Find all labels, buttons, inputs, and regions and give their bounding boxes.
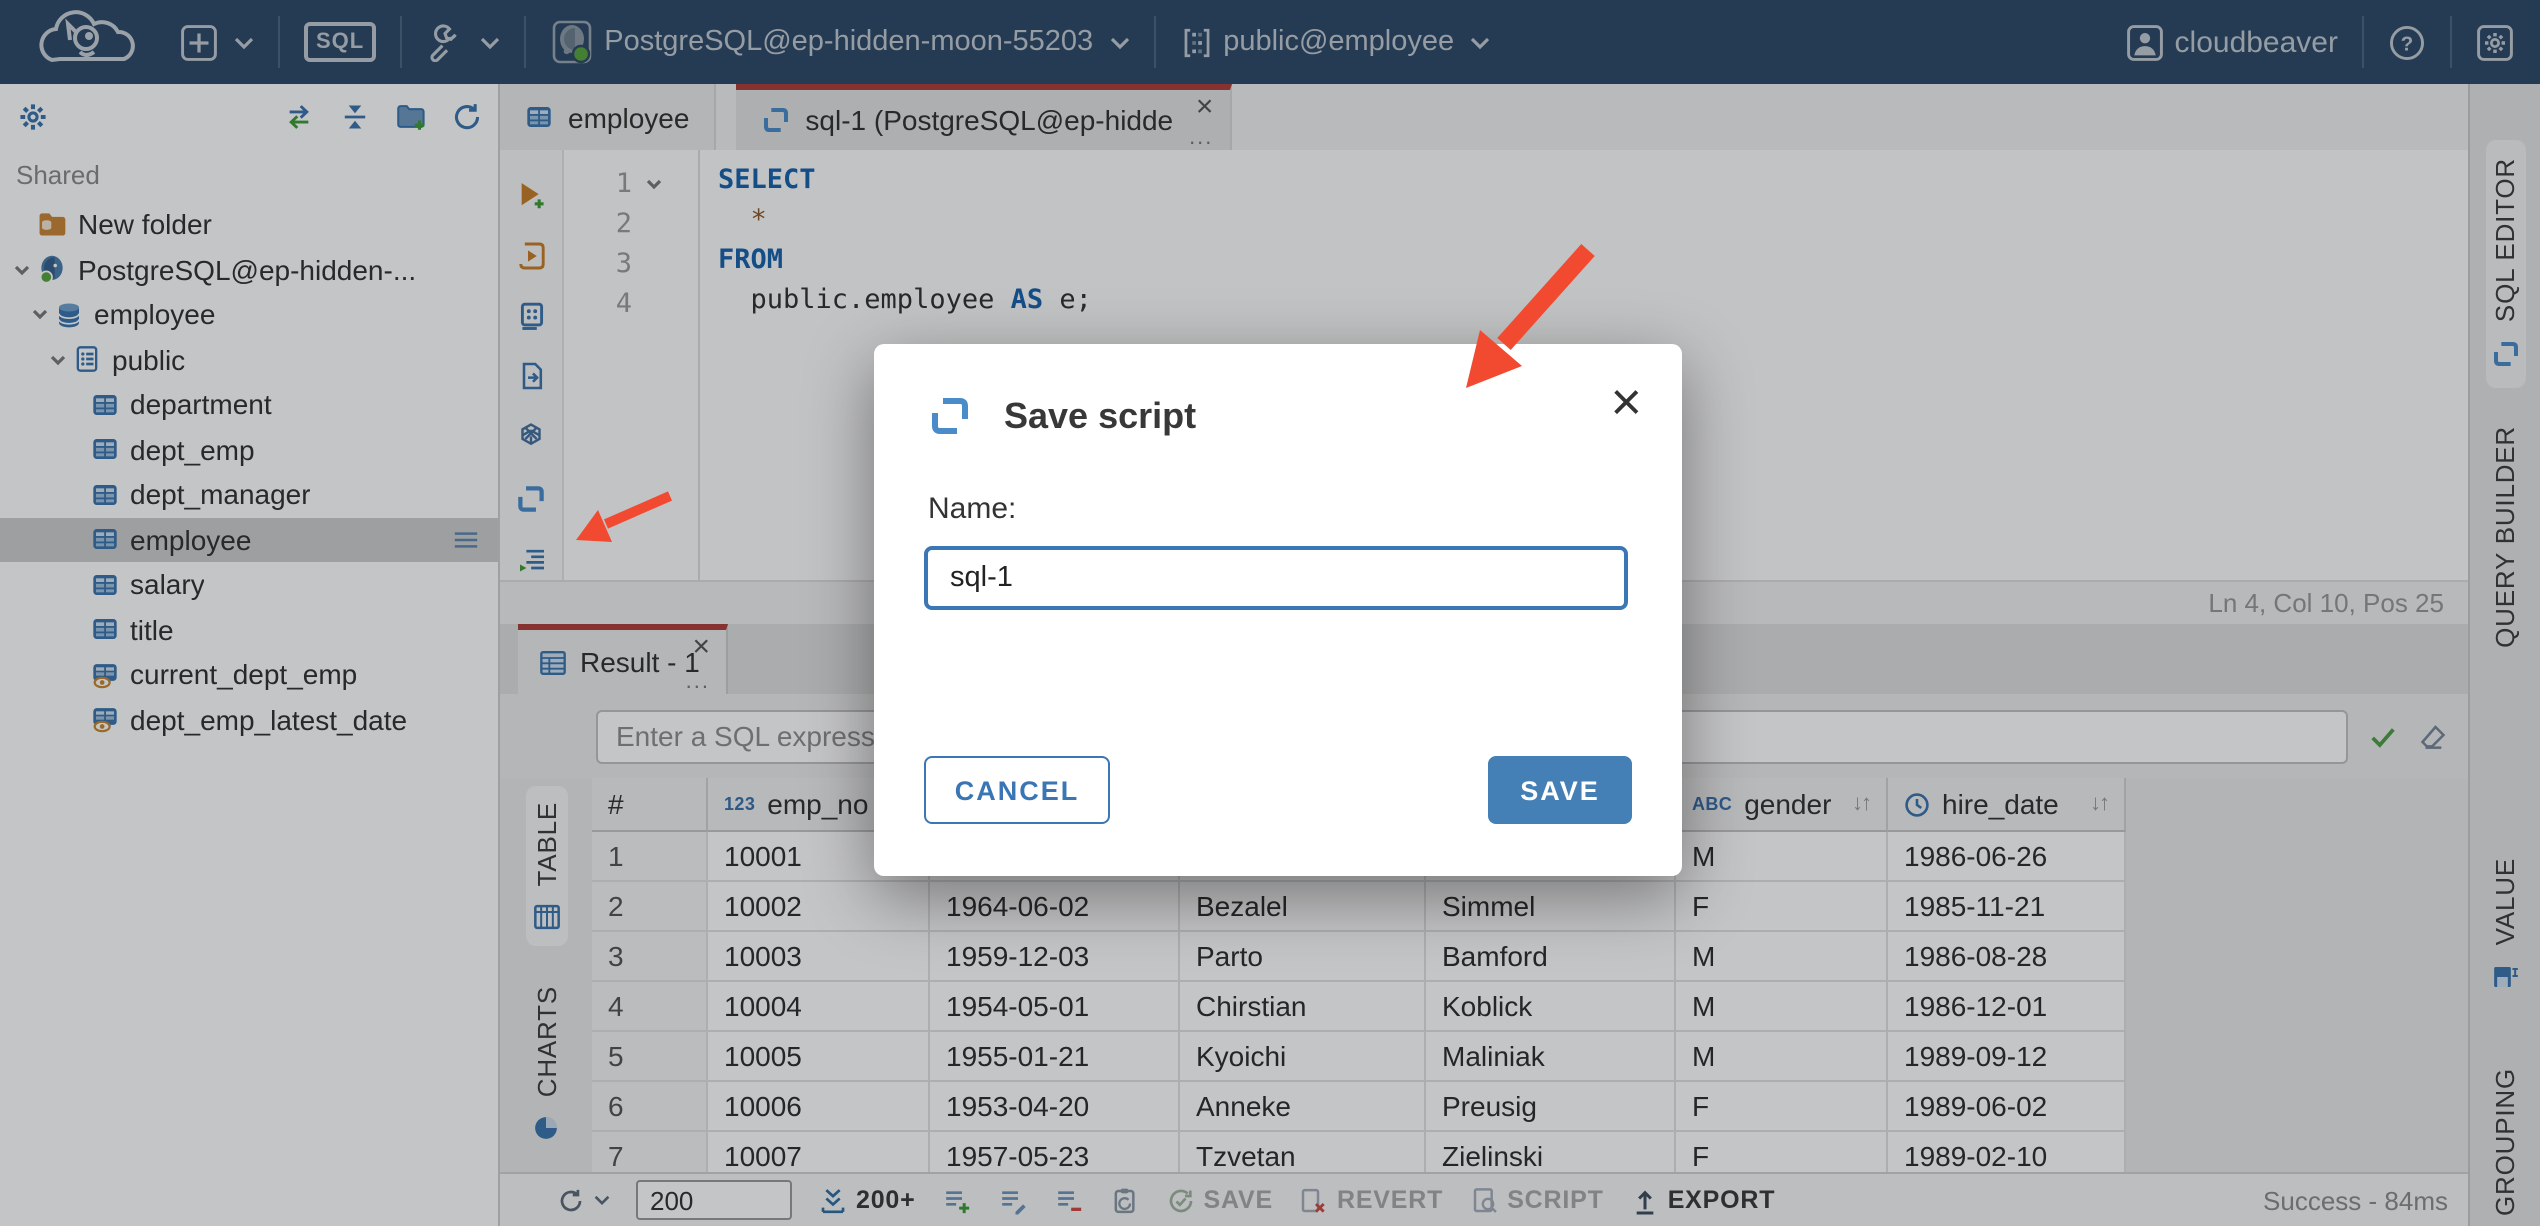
save-button[interactable]: SAVE: [1488, 756, 1632, 824]
dialog-title: Save script: [1004, 395, 1197, 435]
script-name-input[interactable]: [924, 546, 1628, 610]
save-script-icon: [926, 392, 974, 440]
cloudbeaver-app: SQL PostgreSQL@ep-hidden-moon-55203 publ…: [0, 0, 2540, 1226]
dialog-header: Save script: [926, 392, 1582, 440]
name-field-label: Name:: [928, 492, 1017, 526]
close-icon[interactable]: ×: [1610, 375, 1642, 430]
save-script-dialog: Save script × Name: CANCEL SAVE: [874, 344, 1682, 876]
cancel-button[interactable]: CANCEL: [924, 756, 1110, 824]
